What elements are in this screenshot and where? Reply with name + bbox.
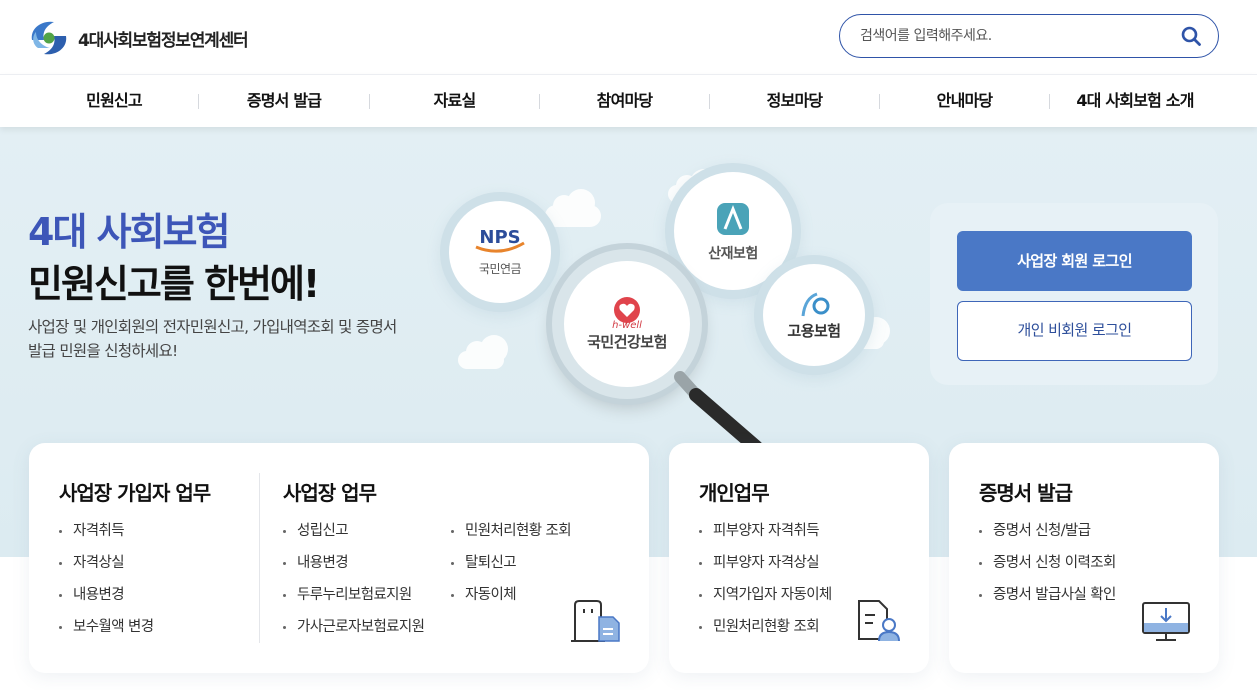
list-item[interactable]: 자동이체 [451,585,571,617]
subscriber-card-title: 사업장 가입자 업무 [59,481,211,505]
nps-bubble: NPS 국민연금 [440,192,560,312]
list-item[interactable]: 지역가입자 자동이체 [699,585,832,617]
list-item[interactable]: 민원처리현황 조회 [451,521,572,553]
individual-login-button[interactable]: 개인 비회원 로그인 [957,301,1192,361]
health-label: 국민건강보험 [587,333,667,351]
list-item[interactable]: 피부양자 자격취득 [699,521,832,553]
magnifier-handle-icon [674,371,763,451]
login-panel: 사업장 회원 로그인 개인 비회원 로그인 [930,203,1218,385]
certificate-card-title: 증명서 발급 [979,481,1073,505]
list-item[interactable]: 민원처리현황 조회 [699,617,832,649]
goyong-label: 고용보험 [787,321,841,340]
logo-mark-icon [31,21,67,55]
nav-item-complaint[interactable]: 민원신고 [30,75,198,127]
monitor-download-icon [1142,602,1190,641]
search-input[interactable] [860,26,1160,46]
site-logo[interactable]: 4대사회보험정보연계센터 [28,18,249,58]
main-nav: 민원신고 증명서 발급 자료실 참여마당 정보마당 안내마당 4대 사회보험 소… [0,74,1257,127]
list-item[interactable]: 가사근로자보험료지원 [283,617,425,649]
building-document-icon [571,600,620,642]
logo-text: 4대사회보험정보연계센터 [78,30,249,51]
workplace-list-col1: 성립신고 내용변경 두루누리보험료지원 가사근로자보험료지원 [283,521,425,649]
personal-card: 개인업무 피부양자 자격취득 피부양자 자격상실 지역가입자 자동이체 민원처리… [669,443,929,673]
hero-headline-1: 4대 사회보험 [28,210,230,254]
goyong-logo-icon [801,292,830,316]
list-item[interactable]: 피부양자 자격상실 [699,553,832,585]
personal-list: 피부양자 자격취득 피부양자 자격상실 지역가입자 자동이체 민원처리현황 조회 [699,521,832,649]
list-item[interactable]: 성립신고 [283,521,424,553]
list-item[interactable]: 자격취득 [59,521,153,553]
site-header: 4대사회보험정보연계센터 [0,0,1257,74]
list-item[interactable]: 탈퇴신고 [451,553,571,585]
sanjae-label: 산재보험 [708,246,758,262]
sanjae-logo-icon [717,203,749,235]
personal-card-title: 개인업무 [699,481,770,505]
list-item[interactable]: 증명서 신청/발급 [979,521,1116,553]
list-item[interactable]: 증명서 신청 이력조회 [979,553,1116,585]
search-bar [839,14,1219,58]
card-divider [259,473,260,643]
nav-item-participation[interactable]: 참여마당 [540,75,709,127]
list-item[interactable]: 내용변경 [59,585,153,617]
list-item[interactable]: 두루누리보험료지원 [283,585,424,617]
hero-headline-2: 민원신고를 한번에! [28,262,320,306]
hero-description: 사업장 및 개인회원의 전자민원신고, 가입내역조회 및 증명서 발급 민원을 … [28,318,397,360]
certificate-list: 증명서 신청/발급 증명서 신청 이력조회 증명서 발급사실 확인 [979,521,1116,617]
nav-item-about[interactable]: 4대 사회보험 소개 [1050,75,1220,127]
certificate-card: 증명서 발급 증명서 신청/발급 증명서 신청 이력조회 증명서 발급사실 확인 [949,443,1219,673]
search-icon[interactable] [1180,25,1202,47]
nps-logo-text: NPS [479,227,521,248]
list-item[interactable]: 자격상실 [59,553,153,585]
corp-login-button[interactable]: 사업장 회원 로그인 [957,231,1192,291]
cloud-decoration [458,335,508,369]
workplace-list-col2: 민원처리현황 조회 탈퇴신고 자동이체 [451,521,572,617]
nps-label: 국민연금 [478,262,522,276]
nav-item-certificate[interactable]: 증명서 발급 [199,75,369,127]
subscriber-list: 자격취득 자격상실 내용변경 보수월액 변경 [59,521,154,649]
nav-item-information[interactable]: 정보마당 [710,75,879,127]
list-item[interactable]: 증명서 발급사실 확인 [979,585,1116,617]
workplace-card-title: 사업장 업무 [283,481,377,505]
workplace-card: 사업장 가입자 업무 자격취득 자격상실 내용변경 보수월액 변경 사업장 업무… [29,443,649,673]
hwell-logo-text: h-well [612,320,642,331]
list-item[interactable]: 보수월액 변경 [59,617,154,649]
goyong-bubble: 고용보험 [754,255,874,375]
user-document-icon [858,600,900,642]
list-item[interactable]: 내용변경 [283,553,424,585]
nav-item-guide[interactable]: 안내마당 [880,75,1049,127]
nav-item-resources[interactable]: 자료실 [370,75,539,127]
